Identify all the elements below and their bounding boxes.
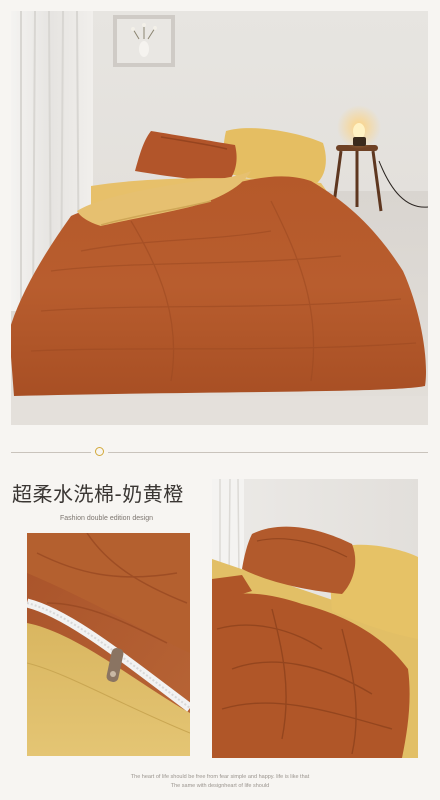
product-title: 超柔水洗棉-奶黄橙 bbox=[12, 482, 184, 506]
hero-bed-photo bbox=[11, 11, 428, 425]
footer-tagline: The heart of life should be free from fe… bbox=[0, 773, 440, 791]
footer-line-1: The heart of life should be free from fe… bbox=[130, 774, 310, 780]
bed-corner-photo bbox=[212, 479, 418, 758]
divider-dot-icon bbox=[95, 447, 104, 456]
zipper-detail-photo bbox=[27, 533, 190, 756]
section-divider bbox=[11, 447, 428, 456]
footer-line-2: The same with designheart of life should bbox=[170, 783, 270, 789]
product-subtitle: Fashion double edition design bbox=[60, 515, 154, 522]
